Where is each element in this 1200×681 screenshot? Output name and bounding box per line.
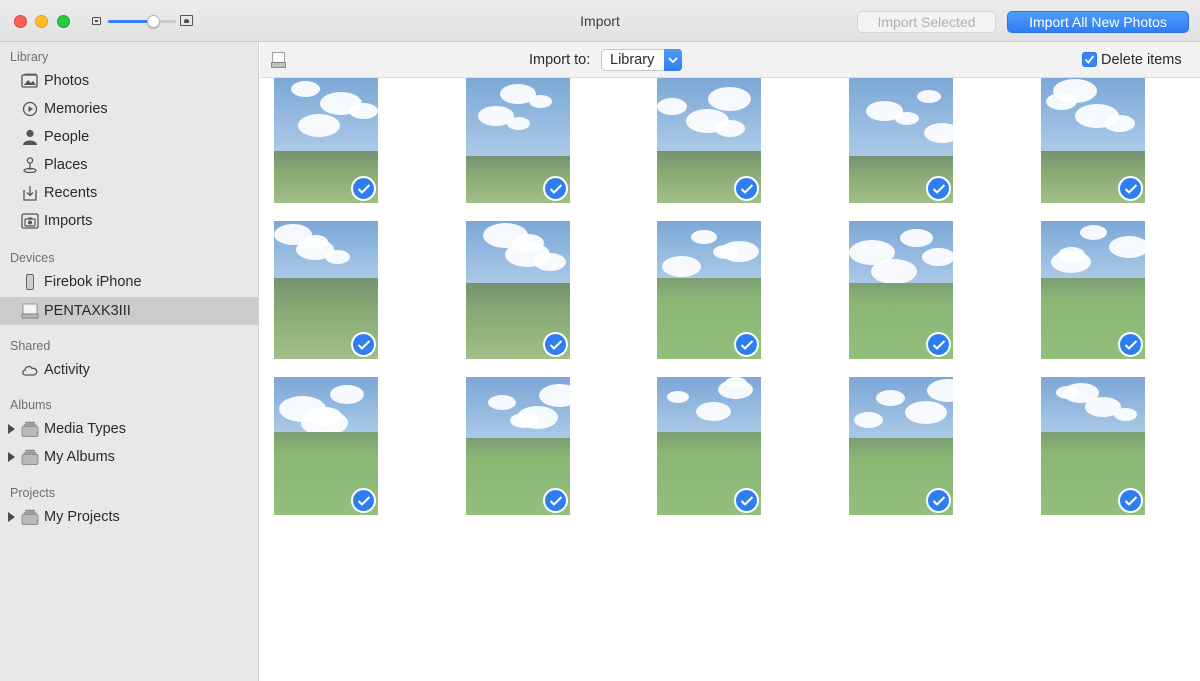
sidebar-item-label: Activity bbox=[44, 362, 90, 378]
import-selected-button[interactable]: Import Selected bbox=[857, 11, 996, 33]
import-toolbar: Import to: Library Delete items bbox=[260, 42, 1200, 78]
selected-checkmark-icon[interactable] bbox=[1118, 488, 1143, 513]
sidebar-item-label: Memories bbox=[44, 101, 108, 117]
sidebar-item-people[interactable]: People bbox=[0, 123, 258, 151]
sidebar-item-activity[interactable]: Activity bbox=[0, 356, 258, 384]
import-destination-value: Library bbox=[610, 52, 655, 68]
sidebar-item-memories[interactable]: Memories bbox=[0, 95, 258, 123]
photo-thumbnail[interactable] bbox=[849, 221, 953, 359]
checkmark-icon bbox=[1084, 55, 1095, 64]
sidebar-item-label: People bbox=[44, 129, 90, 145]
sidebar-item-label: Media Types bbox=[44, 421, 126, 437]
sidebar-item-label: My Albums bbox=[44, 449, 115, 465]
sidebar-item-firebok-iphone[interactable]: Firebok iPhone bbox=[0, 268, 258, 296]
import-destination-select[interactable]: Library bbox=[601, 49, 682, 71]
sidebar-item-photos[interactable]: Photos bbox=[0, 67, 258, 95]
section-projects-header: Projects bbox=[10, 486, 56, 500]
selected-checkmark-icon[interactable] bbox=[1118, 332, 1143, 357]
import-to-label: Import to: bbox=[529, 52, 591, 68]
selected-checkmark-icon[interactable] bbox=[543, 332, 568, 357]
folder-stack-icon bbox=[21, 509, 39, 525]
selected-checkmark-icon[interactable] bbox=[543, 176, 568, 201]
selected-checkmark-icon[interactable] bbox=[734, 176, 759, 201]
selected-checkmark-icon[interactable] bbox=[926, 488, 951, 513]
photo-thumbnail[interactable] bbox=[1041, 78, 1145, 203]
photo-thumbnail[interactable] bbox=[466, 377, 570, 515]
minimize-window-button[interactable] bbox=[35, 15, 48, 28]
delete-items-label: Delete items bbox=[1101, 52, 1182, 68]
thumbnail-size-slider[interactable] bbox=[108, 20, 176, 23]
sidebar-item-media-types[interactable]: Media Types bbox=[0, 415, 258, 443]
section-albums-header: Albums bbox=[10, 398, 52, 412]
photo-thumbnail[interactable] bbox=[1041, 377, 1145, 515]
photo-thumbnail[interactable] bbox=[274, 221, 378, 359]
sidebar: Library Photos Memories People Places Re… bbox=[0, 42, 259, 681]
photo-thumbnail[interactable] bbox=[657, 221, 761, 359]
zoom-in-icon[interactable] bbox=[180, 15, 193, 26]
photo-thumbnail[interactable] bbox=[657, 377, 761, 515]
sidebar-item-my-projects[interactable]: My Projects bbox=[0, 503, 258, 531]
slider-knob[interactable] bbox=[147, 15, 160, 28]
chevron-down-icon bbox=[664, 49, 682, 71]
photo-thumbnail[interactable] bbox=[1041, 221, 1145, 359]
memories-icon bbox=[22, 101, 38, 117]
iphone-icon bbox=[26, 274, 34, 290]
sidebar-item-label: PENTAXK3III bbox=[44, 303, 131, 319]
photo-thumbnail[interactable] bbox=[274, 78, 378, 203]
sidebar-item-label: Places bbox=[44, 157, 88, 173]
photo-thumbnail[interactable] bbox=[657, 78, 761, 203]
disclosure-triangle-icon[interactable] bbox=[8, 452, 15, 462]
sidebar-item-places[interactable]: Places bbox=[0, 151, 258, 179]
section-shared-header: Shared bbox=[10, 339, 51, 353]
section-devices-header: Devices bbox=[10, 251, 55, 265]
window-title: Import bbox=[580, 13, 620, 29]
sidebar-item-label: My Projects bbox=[44, 509, 120, 525]
drive-icon bbox=[21, 303, 39, 319]
folder-stack-icon bbox=[21, 421, 39, 437]
selected-checkmark-icon[interactable] bbox=[734, 332, 759, 357]
section-library-header: Library bbox=[10, 50, 49, 64]
photo-grid bbox=[260, 78, 1200, 681]
sidebar-item-pentaxk3iii[interactable]: PENTAXK3III bbox=[0, 297, 258, 325]
selected-checkmark-icon[interactable] bbox=[543, 488, 568, 513]
cloud-icon bbox=[22, 365, 38, 376]
selected-checkmark-icon[interactable] bbox=[926, 332, 951, 357]
places-icon bbox=[23, 157, 37, 173]
sidebar-item-label: Photos bbox=[44, 73, 90, 89]
sidebar-item-label: Recents bbox=[44, 185, 98, 201]
sidebar-item-label: Imports bbox=[44, 213, 93, 229]
recents-icon bbox=[23, 186, 37, 201]
imports-icon bbox=[21, 213, 39, 229]
selected-checkmark-icon[interactable] bbox=[351, 332, 376, 357]
zoom-out-icon[interactable] bbox=[92, 17, 101, 25]
photo-thumbnail[interactable] bbox=[466, 221, 570, 359]
sidebar-item-imports[interactable]: Imports bbox=[0, 207, 258, 235]
selected-checkmark-icon[interactable] bbox=[1118, 176, 1143, 201]
selected-checkmark-icon[interactable] bbox=[734, 488, 759, 513]
close-window-button[interactable] bbox=[14, 15, 27, 28]
title-bar: Import Import Selected Import All New Ph… bbox=[0, 0, 1200, 42]
people-icon bbox=[23, 129, 37, 145]
selected-checkmark-icon[interactable] bbox=[926, 176, 951, 201]
photo-thumbnail[interactable] bbox=[274, 377, 378, 515]
photo-thumbnail[interactable] bbox=[849, 377, 953, 515]
selected-checkmark-icon[interactable] bbox=[351, 488, 376, 513]
selected-checkmark-icon[interactable] bbox=[351, 176, 376, 201]
photo-thumbnail[interactable] bbox=[466, 78, 570, 203]
import-all-new-photos-button[interactable]: Import All New Photos bbox=[1007, 11, 1189, 33]
sidebar-item-label: Firebok iPhone bbox=[44, 274, 142, 290]
folder-stack-icon bbox=[21, 449, 39, 465]
photo-thumbnail[interactable] bbox=[849, 78, 953, 203]
disclosure-triangle-icon[interactable] bbox=[8, 512, 15, 522]
photos-icon bbox=[21, 73, 38, 88]
sidebar-item-recents[interactable]: Recents bbox=[0, 179, 258, 207]
delete-items-checkbox[interactable] bbox=[1082, 52, 1097, 67]
fullscreen-window-button[interactable] bbox=[57, 15, 70, 28]
sidebar-item-my-albums[interactable]: My Albums bbox=[0, 443, 258, 471]
disclosure-triangle-icon[interactable] bbox=[8, 424, 15, 434]
eject-drive-icon[interactable] bbox=[271, 52, 286, 68]
